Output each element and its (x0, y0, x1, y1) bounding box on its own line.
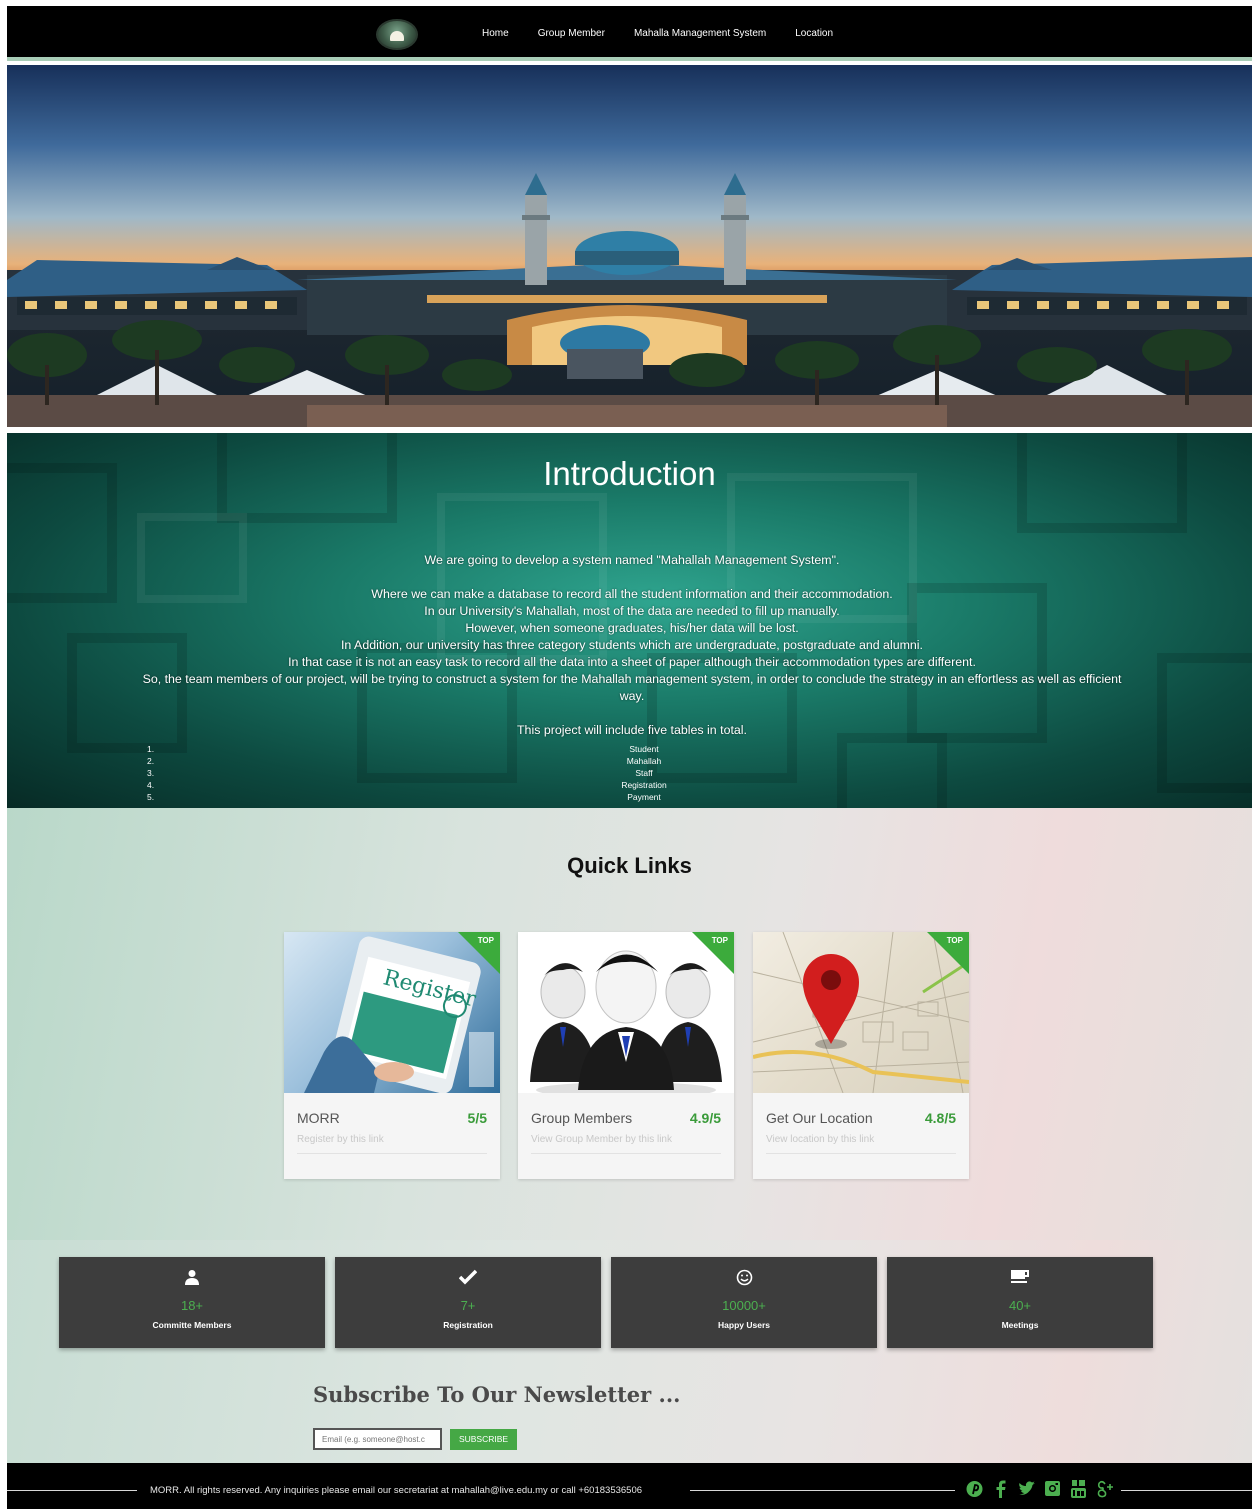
card-subtitle: View Group Member by this link (531, 1134, 672, 1145)
list-item: 4. Registration (147, 779, 1027, 791)
quick-link-card-group-members[interactable]: TOP Group Members 4.9/5 View Group Membe… (518, 932, 734, 1179)
top-badge: TOP (946, 936, 963, 945)
top-navbar: Home Group Member Mahalla Management Sys… (7, 6, 1252, 61)
register-tablet-image: Register TOP (284, 932, 500, 1093)
nav-links: Home Group Member Mahalla Management Sys… (482, 28, 833, 39)
quick-link-card-location[interactable]: TOP Get Our Location 4.8/5 View location… (753, 932, 969, 1179)
smile-icon (611, 1269, 877, 1287)
card-title: Group Members (531, 1110, 633, 1126)
card-divider (297, 1153, 487, 1154)
stat-label: Happy Users (718, 1320, 770, 1330)
table-name: Mahallah (626, 756, 662, 766)
card-rating: 4.8/5 (924, 1110, 956, 1126)
newsletter-email-input[interactable] (313, 1428, 442, 1450)
card-divider (531, 1153, 721, 1154)
tables-list: 1. Student 2. Mahallah 3. Staff 4. Registrat… (147, 743, 1027, 803)
hero-image (7, 65, 1252, 427)
table-name: Staff (635, 768, 653, 778)
social-links (966, 1479, 1113, 1499)
stat-happy-users: 10000+ Happy Users (611, 1257, 877, 1348)
intro-paragraph: In Addition, our university has three ca… (340, 638, 924, 652)
introduction-section: Introduction We are going to develop a s… (7, 433, 1252, 808)
facebook-icon[interactable] (992, 1479, 1009, 1499)
intro-paragraph: However, when someone graduates, his/her… (465, 621, 799, 635)
card-divider (766, 1153, 956, 1154)
check-icon (335, 1269, 601, 1287)
top-badge: TOP (477, 936, 494, 945)
stat-value: 10000+ (722, 1298, 766, 1313)
intro-paragraph: Where we can make a database to record a… (371, 587, 893, 601)
top-badge: TOP (711, 936, 728, 945)
nav-link-home[interactable]: Home (482, 28, 509, 39)
nav-link-location[interactable]: Location (795, 28, 833, 39)
footer-text: MORR. All rights reserved. Any inquiries… (150, 1485, 643, 1496)
table-name: Registration (621, 780, 667, 790)
footer: MORR. All rights reserved. Any inquiries… (7, 1463, 1252, 1509)
nav-link-group-member[interactable]: Group Member (538, 28, 605, 39)
stats-newsletter-section: 18+ Committe Members 7+ Registration 100… (7, 1240, 1252, 1463)
card-title: MORR (297, 1110, 340, 1126)
quick-links-section: Quick Links Register TOP MORR 5/5 Regist… (7, 808, 1252, 1240)
stat-value: 7+ (460, 1298, 476, 1313)
pinterest-icon[interactable] (966, 1479, 983, 1499)
card-title: Get Our Location (766, 1110, 873, 1126)
card-footer: MORR 5/5 Register by this link (284, 1093, 500, 1179)
page: Home Group Member Mahalla Management Sys… (7, 6, 1252, 1509)
google-plus-icon[interactable] (1096, 1479, 1113, 1499)
table-name: Student (629, 744, 659, 754)
card-subtitle: Register by this link (297, 1134, 384, 1145)
group-people-image: TOP (518, 932, 734, 1093)
table-name: Payment (627, 792, 661, 802)
intro-paragraph: We are going to develop a system named "… (424, 553, 840, 567)
quick-links-title: Quick Links (567, 853, 692, 878)
card-rating: 5/5 (467, 1110, 487, 1126)
stat-label: Registration (443, 1320, 493, 1330)
newsletter-title: Subscribe To Our Newsletter ... (313, 1382, 681, 1407)
card-footer: Group Members 4.9/5 View Group Member by… (518, 1093, 734, 1179)
twitter-icon[interactable] (1018, 1479, 1035, 1499)
list-item: 1. Student (147, 743, 1027, 755)
user-icon (59, 1269, 325, 1287)
intro-paragraph: So, the team members of our project, wil… (142, 672, 1122, 703)
list-item: 3. Staff (147, 767, 1027, 779)
nav-link-management-system[interactable]: Mahalla Management System (634, 28, 766, 39)
stat-registration: 7+ Registration (335, 1257, 601, 1348)
footer-divider (1121, 1490, 1252, 1491)
stat-meetings: 40+ Meetings (887, 1257, 1153, 1348)
quick-link-card-morr[interactable]: Register TOP MORR 5/5 Register by this l… (284, 932, 500, 1179)
stat-committee-members: 18+ Committe Members (59, 1257, 325, 1348)
card-rating: 4.9/5 (689, 1110, 721, 1126)
card-subtitle: View location by this link (766, 1134, 875, 1145)
stat-value: 18+ (180, 1298, 204, 1313)
youtube-icon[interactable] (1070, 1479, 1087, 1499)
mahallah-logo-icon[interactable] (376, 19, 418, 50)
intro-text: We are going to develop a system named "… (137, 552, 1127, 739)
instagram-icon[interactable] (1044, 1479, 1061, 1499)
intro-title: Introduction (543, 455, 716, 492)
stat-value: 40+ (1008, 1298, 1032, 1313)
list-item: 5. Payment (147, 791, 1027, 803)
footer-divider (690, 1490, 955, 1491)
stat-label: Committe Members (152, 1320, 232, 1330)
intro-paragraph: In that case it is not an easy task to r… (288, 655, 976, 669)
subscribe-button[interactable]: SUBSCRIBE (450, 1429, 517, 1450)
intro-paragraph: In our University's Mahallah, most of th… (424, 604, 840, 618)
stat-label: Meetings (1001, 1320, 1039, 1330)
card-footer: Get Our Location 4.8/5 View location by … (753, 1093, 969, 1179)
list-item: 2. Mahallah (147, 755, 1027, 767)
intro-paragraph: This project will include five tables in… (516, 723, 748, 737)
footer-divider (7, 1490, 137, 1491)
coffee-cup-icon (887, 1269, 1153, 1287)
map-pin-image: TOP (753, 932, 969, 1093)
